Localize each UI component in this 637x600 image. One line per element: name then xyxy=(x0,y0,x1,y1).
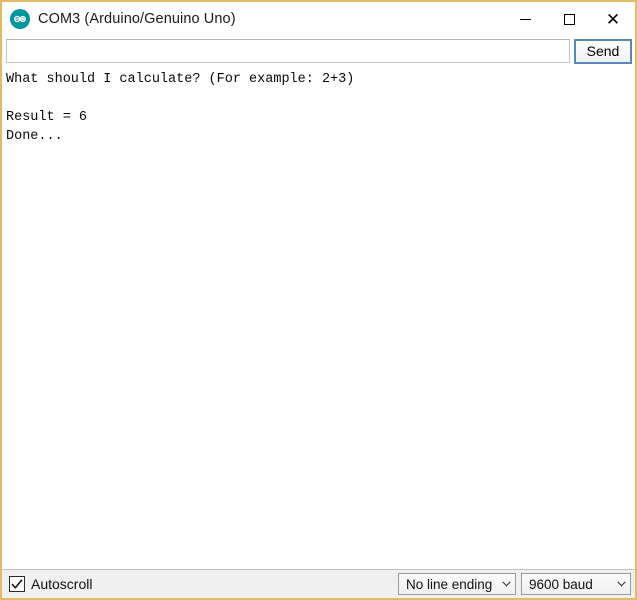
minimize-icon xyxy=(519,18,531,20)
window-title: COM3 (Arduino/Genuino Uno) xyxy=(38,11,236,27)
console-output-area[interactable]: What should I calculate? (For example: 2… xyxy=(2,66,635,569)
baud-rate-selected-value: 9600 baud xyxy=(529,576,593,592)
close-button[interactable]: ✕ xyxy=(591,2,635,36)
autoscroll-label: Autoscroll xyxy=(31,576,93,592)
baud-rate-dropdown[interactable]: 9600 baud xyxy=(521,573,631,595)
autoscroll-checkbox[interactable] xyxy=(9,576,25,592)
line-ending-selected-value: No line ending xyxy=(406,576,493,592)
close-icon: ✕ xyxy=(605,9,621,29)
maximize-icon xyxy=(563,13,575,25)
autoscroll-toggle[interactable]: Autoscroll xyxy=(9,576,92,592)
send-button[interactable]: Send xyxy=(574,38,632,64)
title-bar: COM3 (Arduino/Genuino Uno) ✕ xyxy=(2,2,635,36)
chevron-down-icon xyxy=(617,581,626,587)
chevron-down-icon xyxy=(502,581,512,587)
window-controls: ✕ xyxy=(503,2,635,36)
maximize-button[interactable] xyxy=(547,2,591,36)
serial-send-input[interactable] xyxy=(6,39,570,63)
console-output-text: What should I calculate? (For example: 2… xyxy=(6,72,355,144)
send-row: Send xyxy=(2,36,635,66)
arduino-infinity-icon xyxy=(10,9,30,29)
minimize-button[interactable] xyxy=(503,2,547,36)
line-ending-dropdown[interactable]: No line ending xyxy=(398,573,516,595)
serial-monitor-window: COM3 (Arduino/Genuino Uno) ✕ Send What s… xyxy=(0,0,637,600)
status-bar: Autoscroll No line ending 9600 baud xyxy=(2,569,635,598)
